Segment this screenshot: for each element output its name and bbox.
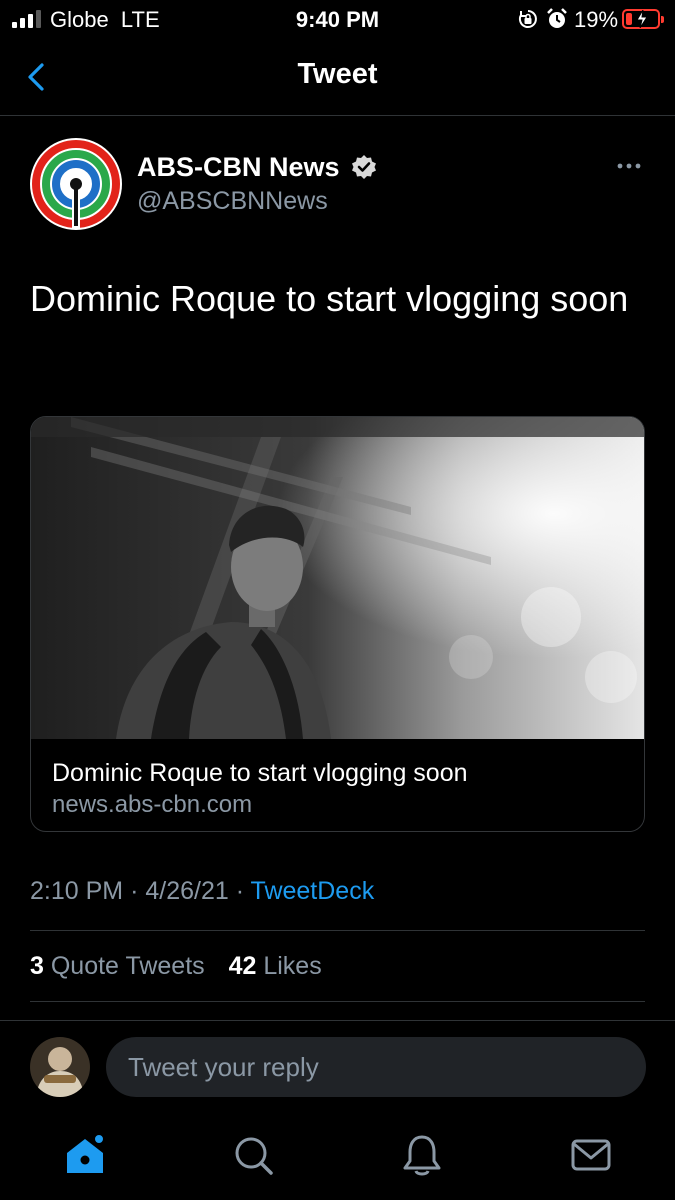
status-bar: Globe LTE 9:40 PM 19% <box>0 0 675 40</box>
battery-fill <box>626 13 632 25</box>
quote-tweets-stat[interactable]: 3 Quote Tweets <box>30 952 212 980</box>
card-title: Dominic Roque to start vlogging soon <box>52 759 468 787</box>
tweet-date: 4/26/21 <box>145 877 229 905</box>
search-icon[interactable] <box>231 1133 275 1177</box>
author-handle[interactable]: @ABSCBNNews <box>137 187 328 216</box>
author-name[interactable]: ABS-CBN News <box>137 152 377 183</box>
card-image <box>31 417 644 739</box>
notifications-bell-icon[interactable] <box>400 1133 444 1177</box>
tweet-metadata: 2:10 PM · 4/26/21 · TweetDeck <box>30 877 375 905</box>
stats-divider <box>30 1001 645 1002</box>
meta-divider <box>30 930 645 931</box>
page-title: Tweet <box>297 58 378 90</box>
battery-percent: 19% <box>574 7 619 32</box>
alarm-icon <box>547 8 567 28</box>
author-avatar[interactable] <box>30 138 122 230</box>
quote-tweets-count: 3 <box>30 952 44 980</box>
author-name-text: ABS-CBN News <box>137 152 340 182</box>
tweet-source-link[interactable]: TweetDeck <box>251 877 375 905</box>
more-options-icon[interactable] <box>613 155 645 177</box>
messages-envelope-icon[interactable] <box>569 1133 613 1177</box>
reply-input[interactable]: Tweet your reply <box>106 1037 646 1097</box>
tweet-time: 2:10 PM <box>30 877 124 905</box>
likes-count: 42 <box>228 952 257 980</box>
home-icon[interactable] <box>63 1133 107 1177</box>
reply-divider <box>0 1020 675 1021</box>
quote-tweets-label: Quote Tweets <box>50 952 205 980</box>
card-domain: news.abs-cbn.com <box>52 791 253 818</box>
engagement-stats: 3 Quote Tweets 42 Likes <box>30 952 322 981</box>
verified-badge-icon <box>352 155 377 179</box>
tweet-text: Dominic Roque to start vlogging soon <box>30 278 629 319</box>
user-avatar[interactable] <box>30 1037 90 1097</box>
likes-label: Likes <box>263 952 322 980</box>
orientation-lock-icon <box>518 10 537 28</box>
header-divider <box>0 115 675 116</box>
likes-stat[interactable]: 42 Likes <box>229 952 322 980</box>
link-preview-card[interactable]: Dominic Roque to start vlogging soon new… <box>30 416 645 832</box>
battery-charging-icon <box>622 9 664 29</box>
